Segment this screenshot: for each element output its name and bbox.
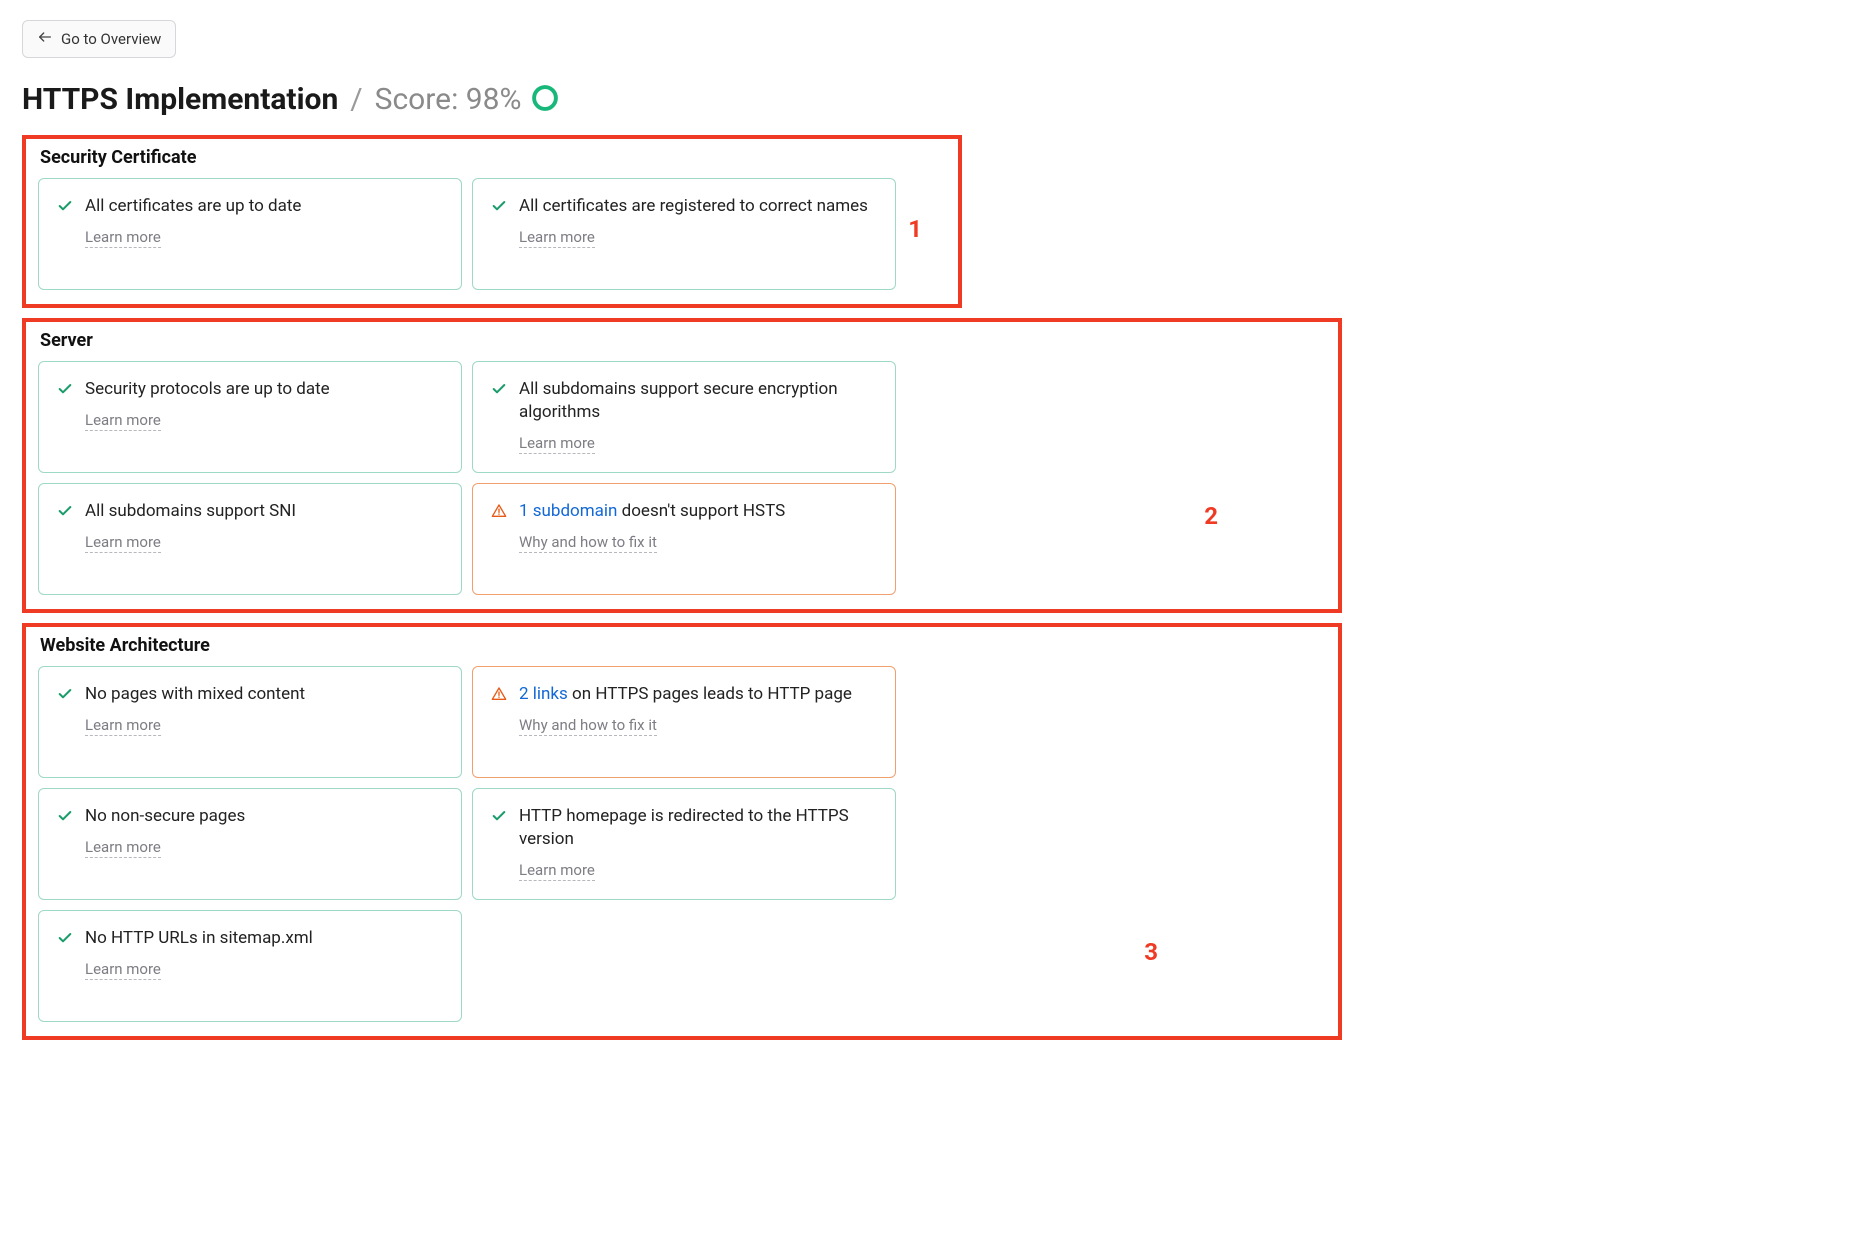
- why-and-how-to-fix-link[interactable]: Why and how to fix it: [519, 533, 657, 553]
- card-security-protocols[interactable]: Security protocols are up to date Learn …: [38, 361, 462, 473]
- learn-more-link[interactable]: Learn more: [85, 228, 161, 248]
- card-certificates-up-to-date[interactable]: All certificates are up to date Learn mo…: [38, 178, 462, 290]
- section-website-architecture: 3 Website Architecture No pages with mix…: [22, 623, 1342, 1040]
- section-title-server: Server: [40, 330, 1326, 351]
- check-icon: [57, 927, 75, 950]
- learn-more-link[interactable]: Learn more: [85, 838, 161, 858]
- card-title: Security protocols are up to date: [85, 378, 330, 401]
- check-icon: [491, 378, 509, 401]
- card-subdomains-encryption[interactable]: All subdomains support secure encryption…: [472, 361, 896, 473]
- issue-text: doesn't support HSTS: [617, 501, 785, 521]
- card-http-homepage-redirected[interactable]: HTTP homepage is redirected to the HTTPS…: [472, 788, 896, 900]
- card-title: No HTTP URLs in sitemap.xml: [85, 927, 313, 950]
- check-icon: [491, 805, 509, 828]
- card-title: All subdomains support secure encryption…: [519, 378, 877, 424]
- section-title-website-architecture: Website Architecture: [40, 635, 1326, 656]
- check-icon: [57, 195, 75, 218]
- card-title: All certificates are up to date: [85, 195, 301, 218]
- issue-text: on HTTPS pages leads to HTTP page: [568, 684, 852, 704]
- page-title: HTTPS Implementation: [22, 82, 338, 117]
- go-to-overview-label: Go to Overview: [61, 30, 161, 48]
- go-to-overview-button[interactable]: Go to Overview: [22, 20, 176, 58]
- card-title: No non-secure pages: [85, 805, 245, 828]
- learn-more-link[interactable]: Learn more: [85, 716, 161, 736]
- issue-count-link[interactable]: 1 subdomain: [519, 501, 617, 521]
- annotation-number-3: 3: [1144, 938, 1158, 966]
- card-no-http-urls-sitemap[interactable]: No HTTP URLs in sitemap.xml Learn more: [38, 910, 462, 1022]
- card-title: 2 links on HTTPS pages leads to HTTP pag…: [519, 683, 852, 706]
- warning-triangle-icon: [491, 683, 509, 706]
- cards-server: Security protocols are up to date Learn …: [38, 361, 1326, 595]
- score-ring-icon: [531, 84, 559, 116]
- card-no-non-secure-pages[interactable]: No non-secure pages Learn more: [38, 788, 462, 900]
- annotation-number-1: 1: [908, 215, 922, 243]
- learn-more-link[interactable]: Learn more: [85, 533, 161, 553]
- card-hsts-warning[interactable]: 1 subdomain doesn't support HSTS Why and…: [472, 483, 896, 595]
- check-icon: [57, 500, 75, 523]
- learn-more-link[interactable]: Learn more: [519, 861, 595, 881]
- check-icon: [491, 195, 509, 218]
- check-icon: [57, 683, 75, 706]
- issue-count-link[interactable]: 2 links: [519, 684, 568, 704]
- card-title: All subdomains support SNI: [85, 500, 296, 523]
- section-title-security-certificate: Security Certificate: [40, 147, 946, 168]
- check-icon: [57, 805, 75, 828]
- arrow-left-icon: [37, 29, 53, 49]
- learn-more-link[interactable]: Learn more: [85, 411, 161, 431]
- card-title: 1 subdomain doesn't support HSTS: [519, 500, 785, 523]
- section-security-certificate: 1 Security Certificate All certificates …: [22, 135, 962, 308]
- page-heading: HTTPS Implementation / Score: 98%: [22, 82, 1308, 117]
- section-server: 2 Server Security protocols are up to da…: [22, 318, 1342, 613]
- heading-separator: /: [350, 82, 362, 117]
- cards-website-architecture: No pages with mixed content Learn more 2…: [38, 666, 1326, 1022]
- learn-more-link[interactable]: Learn more: [519, 228, 595, 248]
- card-subdomains-sni[interactable]: All subdomains support SNI Learn more: [38, 483, 462, 595]
- why-and-how-to-fix-link[interactable]: Why and how to fix it: [519, 716, 657, 736]
- card-certificates-correct-names[interactable]: All certificates are registered to corre…: [472, 178, 896, 290]
- card-title: HTTP homepage is redirected to the HTTPS…: [519, 805, 877, 851]
- score-label: Score: 98%: [375, 82, 522, 117]
- warning-triangle-icon: [491, 500, 509, 523]
- card-no-mixed-content[interactable]: No pages with mixed content Learn more: [38, 666, 462, 778]
- cards-security-certificate: All certificates are up to date Learn mo…: [38, 178, 946, 290]
- check-icon: [57, 378, 75, 401]
- annotation-number-2: 2: [1204, 502, 1218, 530]
- card-title: No pages with mixed content: [85, 683, 305, 706]
- learn-more-link[interactable]: Learn more: [519, 434, 595, 454]
- learn-more-link[interactable]: Learn more: [85, 960, 161, 980]
- card-https-to-http-links[interactable]: 2 links on HTTPS pages leads to HTTP pag…: [472, 666, 896, 778]
- card-title: All certificates are registered to corre…: [519, 195, 868, 218]
- page-root: Go to Overview HTTPS Implementation / Sc…: [0, 0, 1330, 1090]
